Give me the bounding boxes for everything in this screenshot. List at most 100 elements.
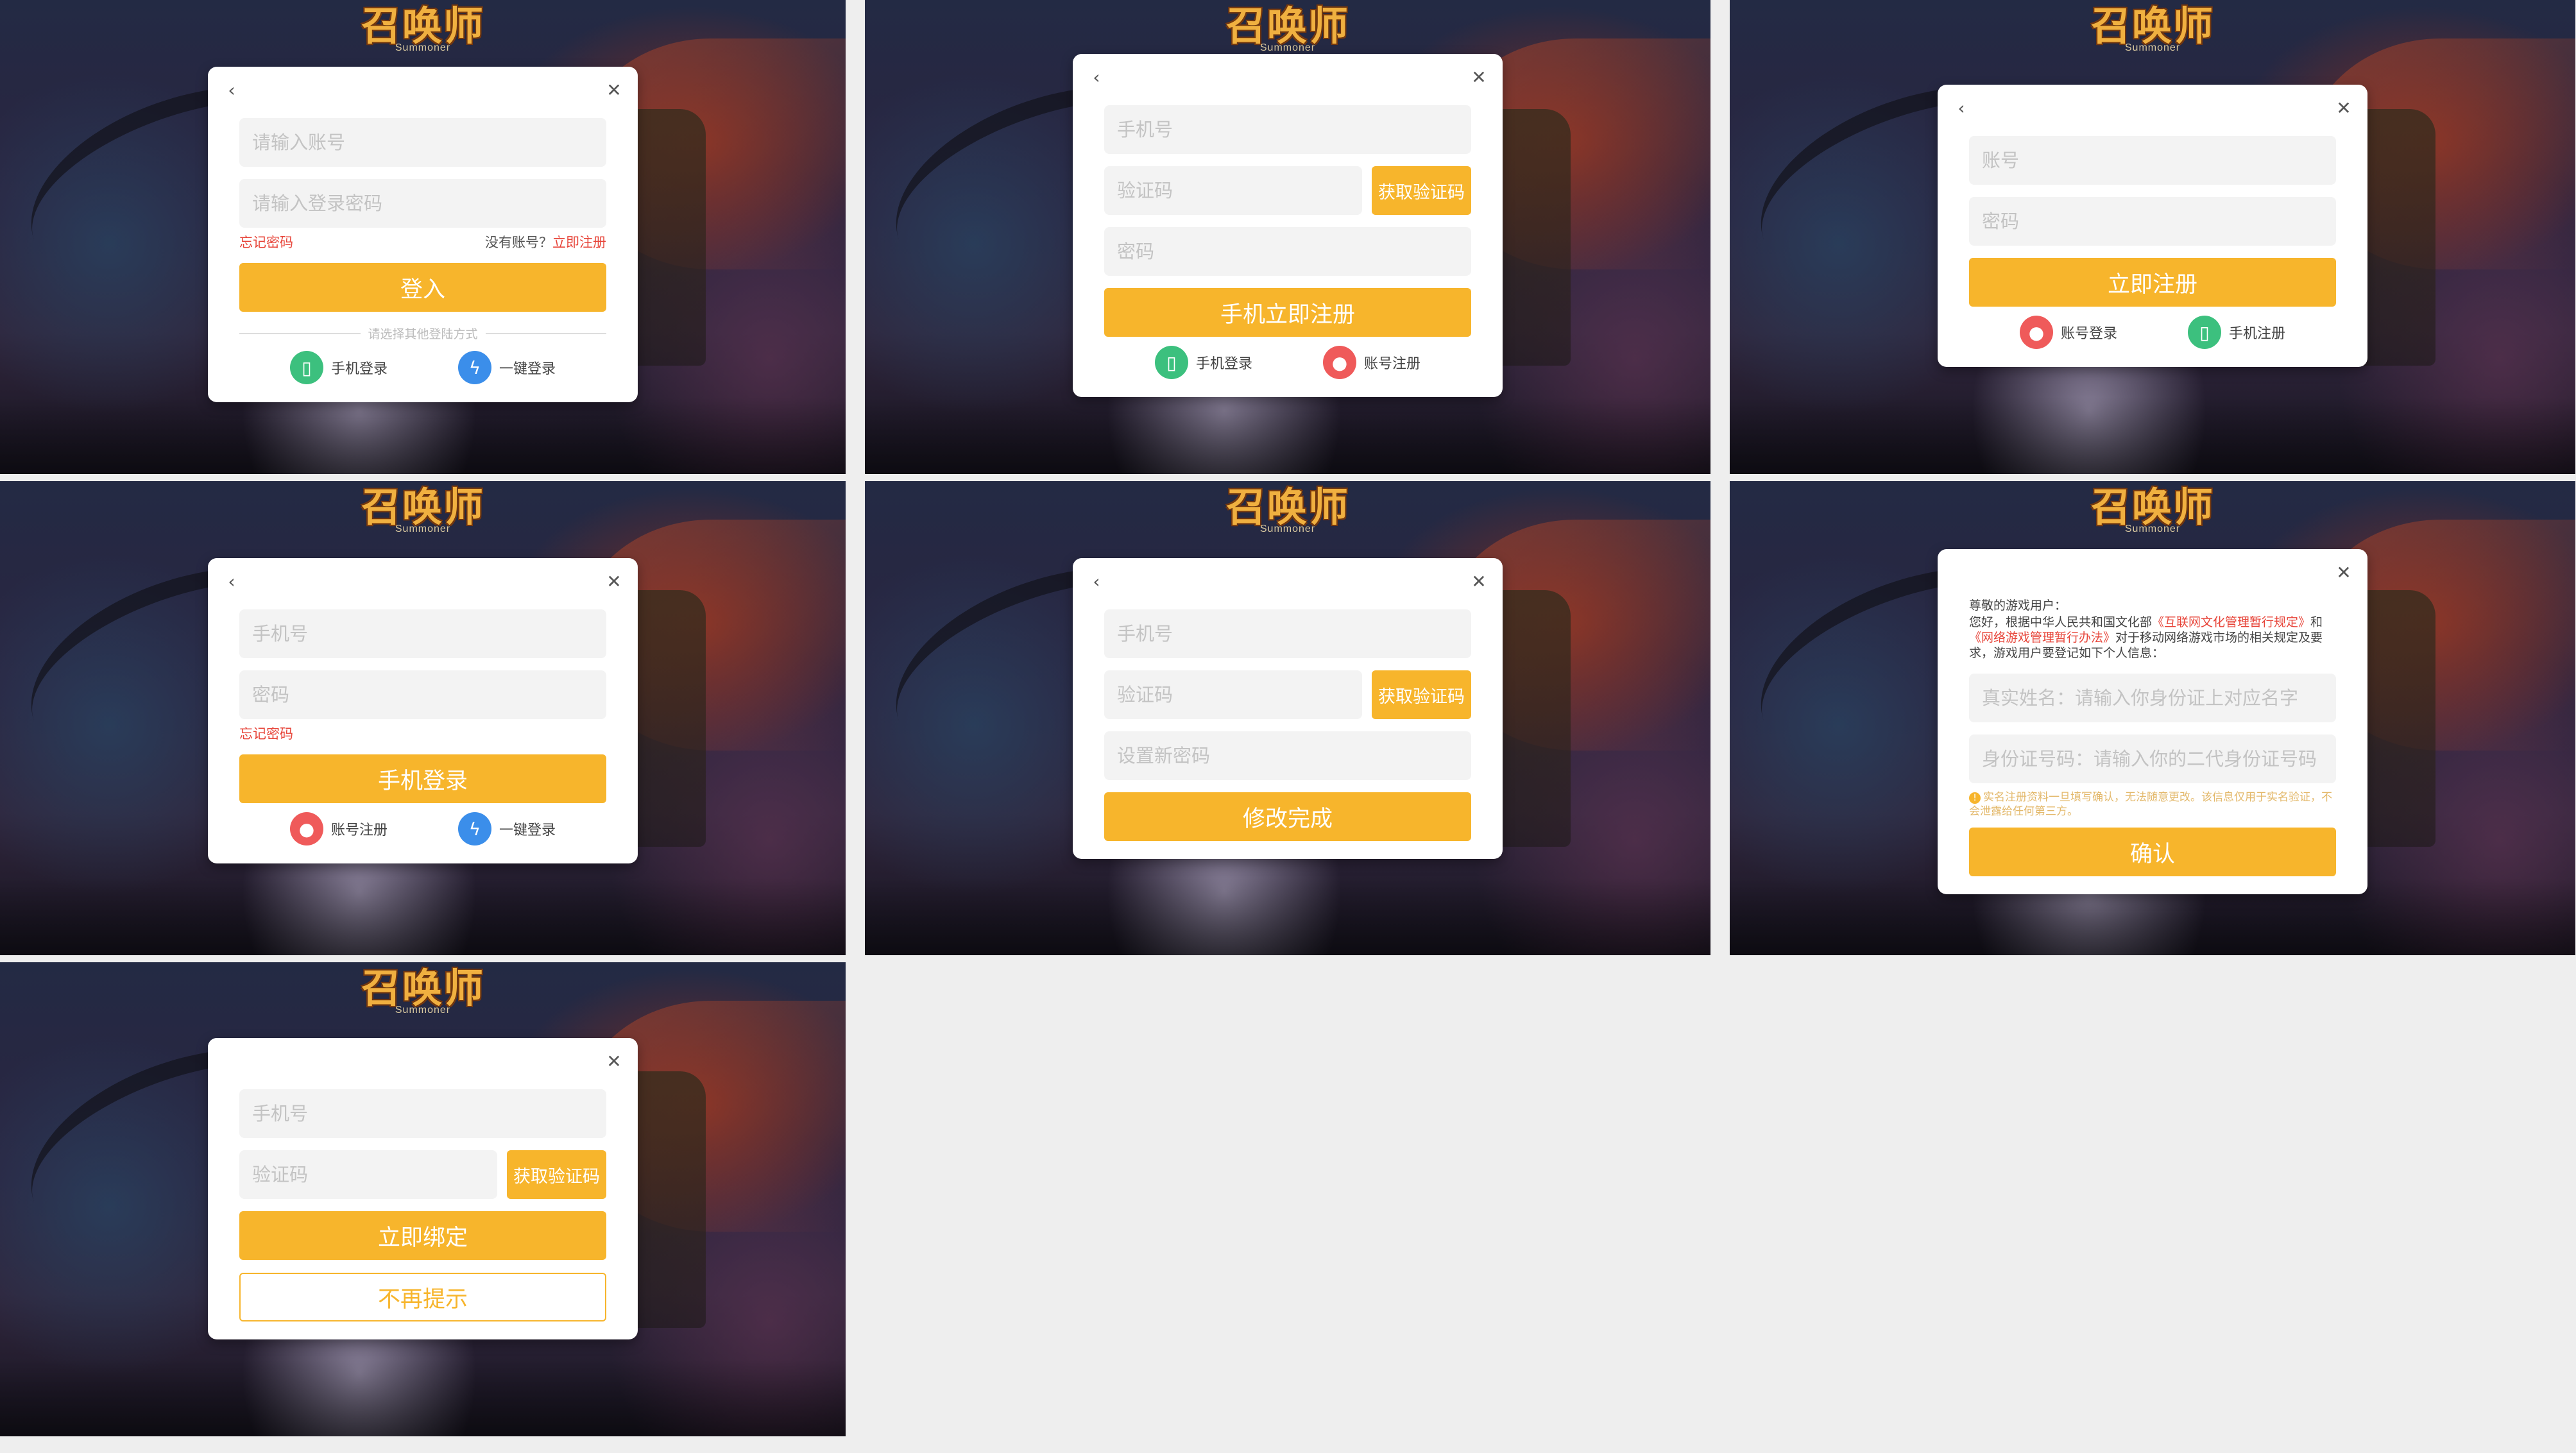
phone-login-label: 手机登录 [330,361,388,377]
close-icon[interactable]: ✕ [604,1052,624,1071]
phone-login-button[interactable]: 手机登录 [239,754,606,803]
real-name-input[interactable] [1969,674,2336,722]
account-input[interactable] [239,118,606,167]
login-button[interactable]: 登入 [239,263,606,312]
phone-icon: ▯ [1154,346,1188,379]
bind-now-button[interactable]: 立即绑定 [239,1211,606,1260]
panel-account-login: 召唤师 Summoner ‹ ✕ 忘记密码 没有账号？立即注册 登入 请选择其他… [0,0,846,474]
phone-register-option[interactable]: ▯ 手机注册 [2188,316,2285,349]
register-prompt: 没有账号？立即注册 [485,232,606,251]
panel-reset-password: 召唤师 Summoner ‹ ✕ 获取验证码 修改完成 [865,481,1710,955]
phone-login-option[interactable]: ▯ 手机登录 [289,351,388,384]
chevron-left-icon[interactable]: ‹ [1952,99,1971,118]
code-input[interactable] [1104,670,1362,719]
account-register-option[interactable]: ● 账号注册 [289,812,388,845]
chevron-left-icon[interactable]: ‹ [222,81,241,100]
phone-login-dialog: ‹ ✕ 忘记密码 手机登录 ● 账号注册 ϟ 一键登录 [208,558,638,863]
alt-methods: ▯ 手机登录 ● 账号注册 [1104,346,1471,379]
real-name-dialog: ✕ 尊敬的游戏用户： 您好，根据中华人民共和国文化部《互联网文化管理暂行规定》和… [1938,549,2367,894]
bolt-icon: ϟ [458,351,491,384]
user-icon: ● [289,812,323,845]
forgot-password-link[interactable]: 忘记密码 [239,232,293,251]
phone-register-label: 手机注册 [2229,326,2286,342]
chevron-left-icon[interactable]: ‹ [1087,572,1106,591]
code-row: 获取验证码 [1104,166,1471,215]
notice-text: 您好，根据中华人民共和国文化部《互联网文化管理暂行规定》和《网络游戏管理暂行办法… [1969,615,2336,661]
account-register-label: 账号注册 [1364,356,1421,372]
user-icon: ● [2019,316,2053,349]
close-icon[interactable]: ✕ [1469,572,1488,591]
info-icon: ! [1969,792,1981,804]
game-logo: 召唤师 Summoner [361,4,484,54]
new-password-input[interactable] [1104,731,1471,780]
hint-text: 实名注册资料一旦填写确认，无法随意更改。该信息仅用于实名验证，不会泄露给任何第三… [1969,791,2332,818]
password-input[interactable] [239,179,606,228]
phone-login-option[interactable]: ▯ 手机登录 [1154,346,1252,379]
phone-input[interactable] [239,609,606,658]
register-link[interactable]: 立即注册 [552,235,606,250]
phone-icon: ▯ [2188,316,2221,349]
password-input[interactable] [1104,227,1471,276]
phone-register-button[interactable]: 手机立即注册 [1104,288,1471,337]
code-row: 获取验证码 [1104,670,1471,719]
game-logo: 召唤师 Summoner [1226,485,1349,535]
phone-input[interactable] [239,1089,606,1138]
other-methods-divider: 请选择其他登陆方式 [239,325,606,342]
id-number-input[interactable] [1969,735,2336,783]
game-logo: 召唤师 Summoner [2091,485,2214,535]
account-login-label: 账号登录 [2060,326,2117,342]
forgot-password-link[interactable]: 忘记密码 [239,724,293,743]
alt-login-methods: ▯ 手机登录 ϟ 一键登录 [239,351,606,384]
quick-login-label: 一键登录 [499,361,556,377]
register-button[interactable]: 立即注册 [1969,258,2336,307]
account-register-label: 账号注册 [330,822,388,838]
bind-phone-dialog: ✕ 获取验证码 立即绑定 不再提示 [208,1038,638,1339]
phone-login-label: 手机登录 [1195,356,1252,372]
get-code-button[interactable]: 获取验证码 [507,1150,606,1199]
dont-remind-button[interactable]: 不再提示 [239,1273,606,1321]
confirm-button[interactable]: 确认 [1969,828,2336,876]
account-register-dialog: ‹ ✕ 立即注册 ● 账号登录 ▯ 手机注册 [1938,85,2367,367]
chevron-left-icon[interactable]: ‹ [222,572,241,591]
real-name-hint: ! 实名注册资料一旦填写确认，无法随意更改。该信息仅用于实名验证，不会泄露给任何第… [1969,790,2336,819]
quick-login-option[interactable]: ϟ 一键登录 [458,812,556,845]
alt-methods: ● 账号注册 ϟ 一键登录 [239,812,606,845]
password-input[interactable] [239,670,606,719]
law-link-1[interactable]: 《互联网文化管理暂行规定》 [2152,615,2310,629]
login-links: 忘记密码 没有账号？立即注册 [239,232,606,251]
no-account-text: 没有账号？ [485,235,552,250]
code-input[interactable] [1104,166,1362,215]
close-icon[interactable]: ✕ [2334,99,2353,118]
quick-login-option[interactable]: ϟ 一键登录 [458,351,556,384]
phone-input[interactable] [1104,105,1471,154]
account-login-option[interactable]: ● 账号登录 [2019,316,2117,349]
alt-methods: ● 账号登录 ▯ 手机注册 [1969,316,2336,349]
code-row: 获取验证码 [239,1150,606,1199]
chevron-left-icon[interactable]: ‹ [1087,68,1106,87]
password-input[interactable] [1969,197,2336,246]
law-link-2[interactable]: 《网络游戏管理暂行办法》 [1969,631,2115,645]
close-icon[interactable]: ✕ [604,81,624,100]
get-code-button[interactable]: 获取验证码 [1372,166,1471,215]
get-code-button[interactable]: 获取验证码 [1372,670,1471,719]
login-dialog: ‹ ✕ 忘记密码 没有账号？立即注册 登入 请选择其他登陆方式 ▯ 手机登录 ϟ… [208,67,638,402]
account-register-option[interactable]: ● 账号注册 [1323,346,1420,379]
game-logo: 召唤师 Summoner [1226,4,1349,54]
user-icon: ● [1323,346,1356,379]
login-links: 忘记密码 [239,724,606,743]
reset-password-dialog: ‹ ✕ 获取验证码 修改完成 [1073,558,1503,859]
account-input[interactable] [1969,136,2336,185]
quick-login-label: 一键登录 [499,822,556,838]
phone-register-dialog: ‹ ✕ 获取验证码 手机立即注册 ▯ 手机登录 ● 账号注册 [1073,54,1503,397]
panel-real-name: 召唤师 Summoner ✕ 尊敬的游戏用户： 您好，根据中华人民共和国文化部《… [1730,481,2575,955]
code-input[interactable] [239,1150,497,1199]
game-logo: 召唤师 Summoner [361,485,484,535]
bolt-icon: ϟ [458,812,491,845]
close-icon[interactable]: ✕ [2334,563,2353,582]
game-logo: 召唤师 Summoner [2091,4,2214,54]
phone-input[interactable] [1104,609,1471,658]
reset-complete-button[interactable]: 修改完成 [1104,792,1471,841]
close-icon[interactable]: ✕ [1469,68,1488,87]
close-icon[interactable]: ✕ [604,572,624,591]
panel-account-register: 召唤师 Summoner ‹ ✕ 立即注册 ● 账号登录 ▯ 手机注册 [1730,0,2575,474]
